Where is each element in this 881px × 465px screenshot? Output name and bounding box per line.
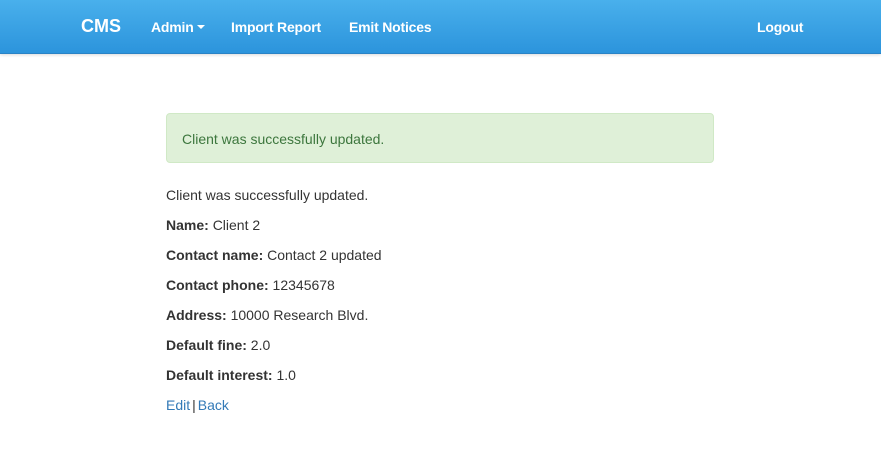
- contact-phone-value: 12345678: [272, 277, 335, 293]
- client-name-value: Client 2: [212, 217, 261, 233]
- success-alert: Client was successfully updated.: [166, 113, 714, 163]
- back-link[interactable]: Back: [198, 397, 229, 413]
- alert-message: Client was successfully updated.: [182, 131, 385, 147]
- default-interest-row: Default interest: 1.0: [166, 367, 296, 383]
- contact-name-row: Contact name: Contact 2 updated: [166, 247, 382, 263]
- address-row: Address: 10000 Research Blvd.: [166, 307, 368, 323]
- default-fine-label: Default fine:: [166, 337, 247, 353]
- contact-phone-row: Contact phone: 12345678: [166, 277, 335, 293]
- default-interest-value: 1.0: [276, 367, 296, 383]
- nav-emit-notices[interactable]: Emit Notices: [349, 19, 432, 35]
- top-navbar: CMS Admin Import Report Emit Notices Log…: [0, 0, 881, 54]
- contact-name-label: Contact name:: [166, 247, 264, 263]
- link-separator: |: [192, 397, 196, 413]
- address-value: 10000 Research Blvd.: [230, 307, 369, 323]
- nav-admin-dropdown[interactable]: Admin: [151, 19, 205, 35]
- address-label: Address:: [166, 307, 227, 323]
- default-fine-row: Default fine: 2.0: [166, 337, 270, 353]
- nav-import-report[interactable]: Import Report: [231, 19, 321, 35]
- brand-link[interactable]: CMS: [81, 16, 121, 37]
- client-name-row: Name: Client 2: [166, 217, 260, 233]
- default-interest-label: Default interest:: [166, 367, 273, 383]
- default-fine-value: 2.0: [250, 337, 271, 353]
- actions-row: Edit | Back: [166, 397, 229, 413]
- client-name-label: Name:: [166, 217, 209, 233]
- contact-phone-label: Contact phone:: [166, 277, 269, 293]
- notice-text: Client was successfully updated.: [166, 187, 369, 203]
- logout-link[interactable]: Logout: [757, 19, 803, 35]
- contact-name-value: Contact 2 updated: [267, 247, 382, 263]
- edit-link[interactable]: Edit: [166, 397, 190, 413]
- nav-admin-label: Admin: [151, 19, 194, 35]
- caret-down-icon: [196, 25, 205, 30]
